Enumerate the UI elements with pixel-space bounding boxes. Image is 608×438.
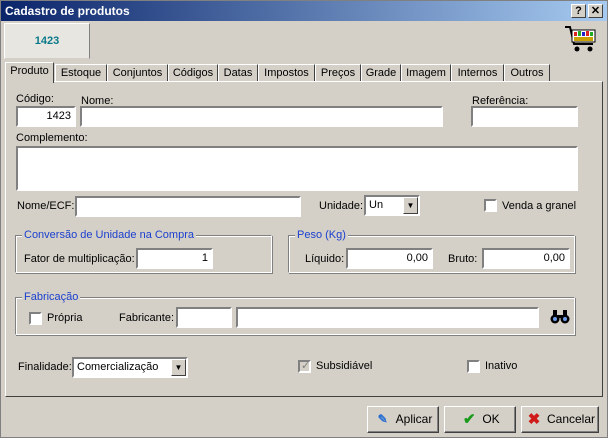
product-dialog: Cadastro de produtos ? ✕ 1423 Produto Es… (0, 0, 608, 438)
tab-grade[interactable]: Grade (361, 64, 401, 82)
codigo-field[interactable]: 1423 (16, 106, 76, 127)
tab-conjuntos[interactable]: Conjuntos (107, 64, 168, 82)
shopping-cart-icon (565, 26, 596, 52)
tab-datas[interactable]: Datas (218, 64, 258, 82)
inativo-checkbox[interactable] (467, 360, 480, 373)
liquido-label: Líquido: (305, 253, 345, 265)
nome-ecf-field[interactable] (75, 196, 301, 217)
subsidiavel-checkbox[interactable]: ✓ (298, 360, 311, 373)
binoculars-icon[interactable] (550, 310, 570, 324)
checkmark-icon: ✓ (301, 360, 311, 372)
tab-imagem[interactable]: Imagem (401, 64, 451, 82)
conversao-group-title: Conversão de Unidade na Compra (22, 229, 196, 241)
fabricante-name-field[interactable] (236, 307, 539, 328)
peso-group-title: Peso (Kg) (295, 229, 348, 241)
inativo-label: Inativo (485, 360, 518, 372)
title-bar: Cadastro de produtos ? ✕ (1, 1, 607, 21)
unidade-label: Unidade: (319, 200, 364, 212)
venda-granel-checkbox[interactable] (484, 199, 497, 212)
tab-page-produto: Código: 1423 Nome: Referência: Complemen… (5, 81, 603, 397)
venda-granel-label: Venda a granel (502, 200, 577, 212)
liquido-field[interactable]: 0,00 (346, 248, 433, 269)
propria-checkbox[interactable] (29, 312, 42, 325)
peso-group: Peso (Kg) Líquido: 0,00 Bruto: 0,00 (288, 229, 575, 273)
apply-button[interactable]: ✎ Aplicar (367, 406, 439, 433)
tab-impostos[interactable]: Impostos (258, 64, 315, 82)
close-button[interactable]: ✕ (588, 4, 603, 18)
chevron-down-icon[interactable]: ▼ (171, 359, 186, 376)
tab-outros[interactable]: Outros (504, 64, 550, 82)
tab-strip: Produto Estoque Conjuntos Códigos Datas … (5, 62, 605, 83)
chevron-down-icon[interactable]: ▼ (403, 197, 418, 214)
tab-codigos[interactable]: Códigos (168, 64, 218, 82)
finalidade-label: Finalidade: (18, 361, 72, 373)
header-panel: 1423 (1, 21, 607, 59)
complemento-field[interactable] (16, 146, 578, 191)
bruto-field[interactable]: 0,00 (482, 248, 570, 269)
product-code-badge: 1423 (4, 23, 90, 59)
propria-label: Própria (47, 312, 83, 324)
referencia-field[interactable] (471, 106, 578, 127)
ok-label: OK (482, 412, 500, 426)
cancel-label: Cancelar (546, 412, 596, 426)
apply-label: Aplicar (395, 412, 433, 426)
conversao-group: Conversão de Unidade na Compra Fator de … (15, 229, 272, 273)
fabricacao-group: Fabricação Própria Fabricante: (15, 291, 575, 335)
checkmark-icon: ✔ (463, 411, 476, 429)
tab-produto[interactable]: Produto (5, 62, 54, 83)
fabricante-label: Fabricante: (119, 312, 175, 324)
apply-icon: ✎ (377, 412, 388, 427)
finalidade-value: Comercialização (77, 361, 159, 373)
window-title: Cadastro de produtos (5, 4, 130, 18)
finalidade-select[interactable]: Comercialização ▼ (72, 357, 188, 378)
fabricacao-group-title: Fabricação (22, 291, 81, 303)
tab-precos[interactable]: Preços (315, 64, 361, 82)
complemento-label: Complemento: (16, 132, 88, 144)
nome-ecf-label: Nome/ECF: (17, 200, 75, 212)
cancel-button[interactable]: ✖ Cancelar (521, 406, 599, 433)
fator-field[interactable]: 1 (136, 248, 213, 269)
tab-internos[interactable]: Internos (451, 64, 504, 82)
unidade-value: Un (369, 199, 384, 211)
nome-field[interactable] (80, 106, 443, 127)
codigo-label: Código: (16, 93, 54, 105)
ok-button[interactable]: ✔ OK (444, 406, 516, 433)
fator-label: Fator de multiplicação: (24, 253, 135, 265)
tab-estoque[interactable]: Estoque (55, 64, 107, 82)
fabricante-code-field[interactable] (176, 307, 232, 328)
subsidiavel-label: Subsidiável (316, 360, 373, 372)
bruto-label: Bruto: (448, 253, 478, 265)
cancel-icon: ✖ (527, 411, 541, 429)
unidade-select[interactable]: Un ▼ (364, 195, 420, 216)
help-button[interactable]: ? (571, 4, 586, 18)
